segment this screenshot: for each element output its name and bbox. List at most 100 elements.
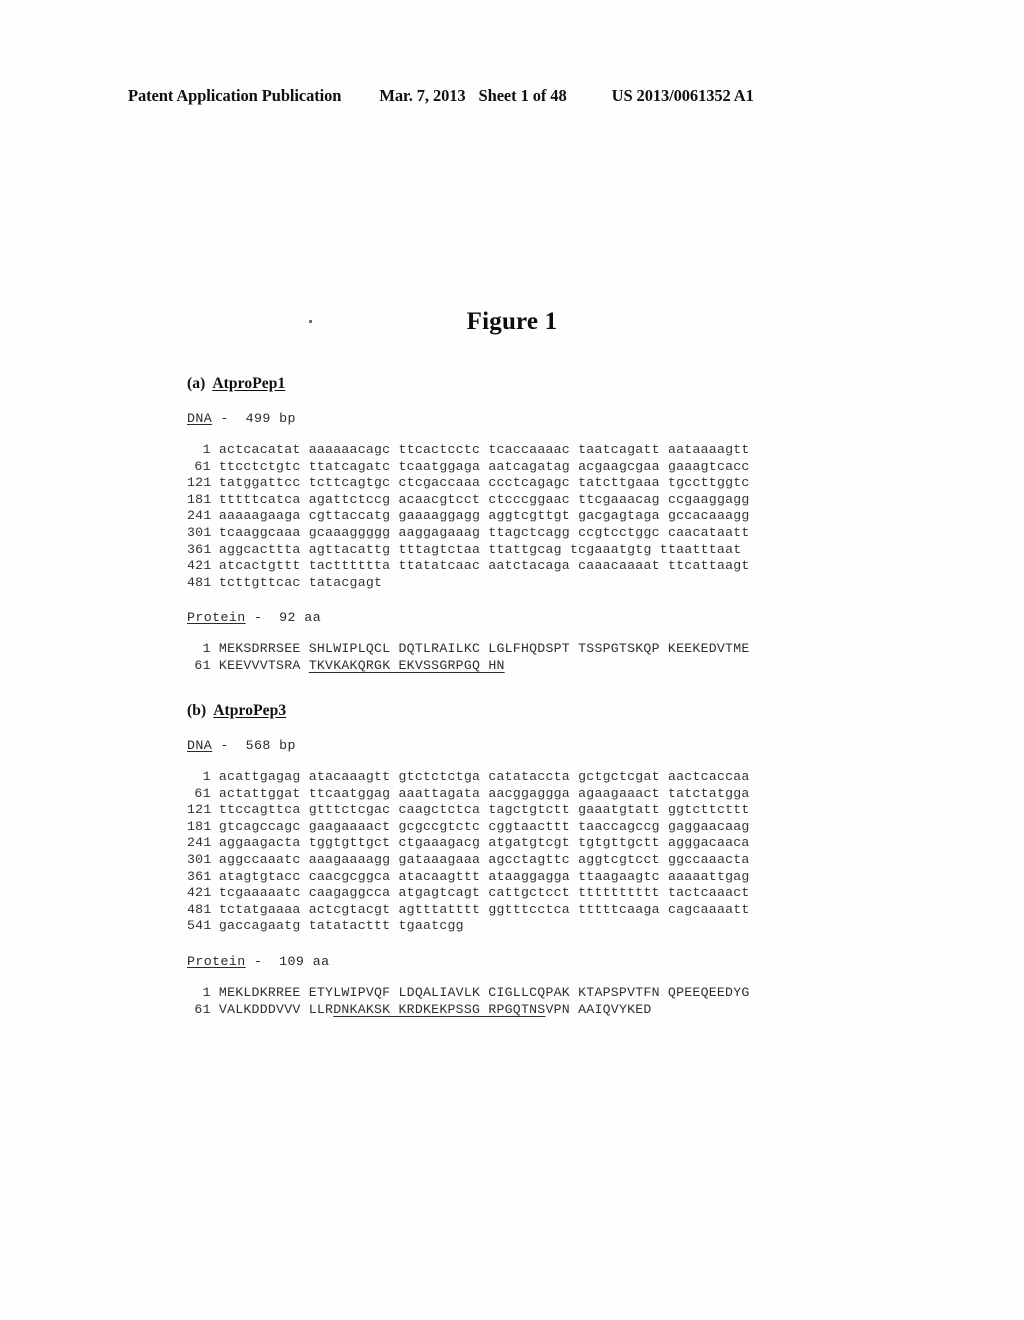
dna-codon-group: gaagaaaact — [300, 818, 391, 834]
protein-residues-plain: MEKLDKRREE ETYLWIPVQF LDQALIAVLK CIGLLCQ… — [218, 984, 750, 1000]
dna-codon-group: ataaggagga — [480, 868, 570, 884]
dna-row-index: 481 — [187, 901, 212, 917]
protein-subheading: Protein - 92 aa — [187, 610, 887, 625]
dna-sequence-row: 241 aaaaagaaga cgttaccatg gaaaaggagg agg… — [187, 508, 887, 525]
dna-codon-group: tcgaaatgtg — [561, 541, 652, 557]
dna-sequence-row: 481 tcttgttcac tatacgagt — [187, 575, 887, 592]
dna-row-index: 121 — [187, 802, 212, 818]
dna-row-index: 541 — [187, 918, 212, 934]
dna-codon-group: tttttcatca — [210, 491, 301, 507]
dna-codon-group: ttcaatggag — [300, 785, 391, 801]
protein-residues-plain: VALKDDDVVV LLR — [218, 1001, 334, 1017]
dna-codon-group: ttcattaagt — [659, 558, 750, 574]
dna-codon-group: atagtgtacc — [210, 868, 301, 884]
dna-codon-group: gaaatgtatt — [569, 802, 660, 818]
dna-codon-group: tcaatggaga — [390, 458, 481, 474]
dna-codon-group: tagctgtctt — [480, 802, 570, 818]
dna-sequence-row: 541 gaccagaatg tatatacttt tgaatcgg — [187, 918, 887, 935]
dna-codon-group: acattgagag — [210, 768, 301, 784]
dna-row-index: 61 — [194, 785, 211, 801]
protein-row-index: 61 — [194, 658, 211, 674]
dna-subheading-label: DNA — [187, 411, 213, 426]
protein-length-value: - 109 aa — [245, 953, 330, 969]
dna-row-index: 1 — [202, 442, 211, 457]
protein-sequence-row: 61 VALKDDDVVV LLRDNKAKSK KRDKEKPSSG RPGQ… — [187, 1002, 887, 1019]
dna-codon-group: atcactgttt — [210, 558, 301, 574]
protein-residues-underlined: TKVKAKQRGK EKVSSGRPGQ HN — [308, 658, 505, 674]
header-sheet-label: Sheet 1 of 48 — [478, 86, 567, 105]
header-date-label: Mar. 7, 2013 — [379, 86, 466, 105]
dna-codon-group: cattgctcct — [480, 885, 570, 901]
dna-codon-group: gataaagaaa — [390, 851, 481, 867]
protein-sequence-block: 1 MEKSDRRSEE SHLWIPLQCL DQTLRAILKC LGLFH… — [187, 641, 887, 675]
dna-codon-group: gaaaaggagg — [390, 508, 481, 524]
sequence-section: (a) AtproPep1 DNA - 499 bp 1 actcacatat aaa… — [187, 375, 887, 675]
protein-sequence-row: 1 MEKSDRRSEE SHLWIPLQCL DQTLRAILKC LGLFH… — [187, 641, 887, 658]
section-gene-name: AtproPep3 — [213, 701, 287, 719]
dna-codon-group: ctgaaagacg — [390, 835, 481, 851]
dna-codon-group: gcgccgtctc — [390, 818, 481, 834]
dna-codon-group: aggaagacta — [210, 835, 301, 851]
dna-codon-group: gtcagccagc — [210, 818, 301, 834]
dna-codon-group: tgccttggtc — [659, 475, 750, 491]
dna-codon-group: aaaaaacagc — [300, 442, 391, 457]
dna-codon-group: actcgtacgt — [300, 901, 391, 917]
dna-row-index: 61 — [194, 458, 211, 474]
dna-codon-group: tatacgagt — [300, 574, 383, 590]
section-gene-name: AtproPep1 — [212, 375, 286, 392]
dna-codon-group: caagctctca — [390, 802, 481, 818]
dna-sequence-row: 121 tatggattcc tcttcagtgc ctcgaccaaa ccc… — [187, 475, 887, 492]
dna-codon-group: cagcaaaatt — [659, 901, 750, 917]
dna-codon-group: ttcactcctc — [390, 442, 481, 457]
header-publication-number: US 2013/0061352 A1 — [611, 86, 754, 105]
dna-codon-group: gtttctcgac — [300, 802, 391, 818]
protein-row-spacer — [211, 641, 219, 656]
dna-sequence-row: 301 tcaaggcaaa gcaaaggggg aaggagaaag tta… — [187, 525, 887, 542]
dna-codon-group: caacgcggca — [300, 868, 391, 884]
dna-length-value: - 568 bp — [212, 737, 296, 753]
dna-codon-group: agtttatttt — [390, 901, 481, 917]
dna-subheading: DNA - 568 bp — [187, 738, 887, 753]
dna-codon-group: aggcacttta — [210, 541, 301, 557]
dna-codon-group: tgtgttgctt — [569, 835, 660, 851]
dna-codon-group: tttttttttt — [569, 885, 660, 901]
dna-subheading-label: DNA — [187, 737, 213, 753]
section-label: (b) — [187, 701, 207, 719]
dna-row-index: 301 — [187, 524, 212, 540]
dna-codon-group: ttcgaaacag — [569, 491, 660, 507]
dna-codon-group: gctgctcgat — [569, 768, 660, 784]
sequence-section: (b) AtproPep3 DNA - 568 bp 1 acattgagag ata… — [187, 702, 887, 1019]
dna-codon-group: tcttcagtgc — [300, 475, 391, 491]
header-publication-label: Patent Application Publication — [128, 86, 342, 105]
dna-codon-group: gaggaacaag — [659, 818, 750, 834]
protein-subheading-label: Protein — [187, 953, 246, 969]
dna-codon-group: tatctatgga — [659, 785, 750, 801]
dna-codon-group: agattctccg — [300, 491, 391, 507]
dna-row-index: 301 — [187, 851, 212, 867]
dna-row-index: 181 — [187, 491, 212, 507]
dna-row-index: 421 — [187, 558, 212, 574]
protein-sequence-row: 1 MEKLDKRREE ETYLWIPVQF LDQALIAVLK CIGLL… — [187, 985, 887, 1002]
protein-row-index: 1 — [202, 984, 211, 1000]
dna-codon-group: caacataatt — [659, 524, 750, 540]
dna-codon-group: ggtttcctca — [480, 901, 570, 917]
dna-codon-group: tgaatcgg — [390, 918, 464, 934]
protein-subheading: Protein - 109 aa — [187, 954, 887, 969]
dna-codon-group: aggtcgtcct — [569, 851, 660, 867]
dna-sequence-block: 1 actcacatat aaaaaacagc ttcactcctc tcacc… — [187, 442, 887, 591]
dna-codon-group: ttagctcagg — [480, 524, 570, 540]
dna-codon-group: tcaccaaaac — [480, 442, 570, 457]
dna-codon-group: ggccaaacta — [659, 851, 750, 867]
dna-sequence-row: 181 gtcagccagc gaagaaaact gcgccgtctc cgg… — [187, 819, 887, 836]
dna-codon-group: acaacgtcct — [390, 491, 481, 507]
section-label: (a) — [187, 375, 206, 392]
protein-subheading-label: Protein — [187, 610, 246, 626]
dna-sequence-row: 361 aggcacttta agttacattg tttagtctaa tta… — [187, 542, 887, 559]
dna-sequence-row: 1 acattgagag atacaaagtt gtctctctga catat… — [187, 769, 887, 786]
dna-codon-group: agttacattg — [300, 541, 391, 557]
dna-codon-group: aaaaagaaga — [210, 508, 301, 524]
protein-length-value: - 92 aa — [245, 610, 322, 626]
dna-codon-group: tggtgttgct — [300, 835, 391, 851]
dna-row-index: 1 — [202, 768, 211, 784]
